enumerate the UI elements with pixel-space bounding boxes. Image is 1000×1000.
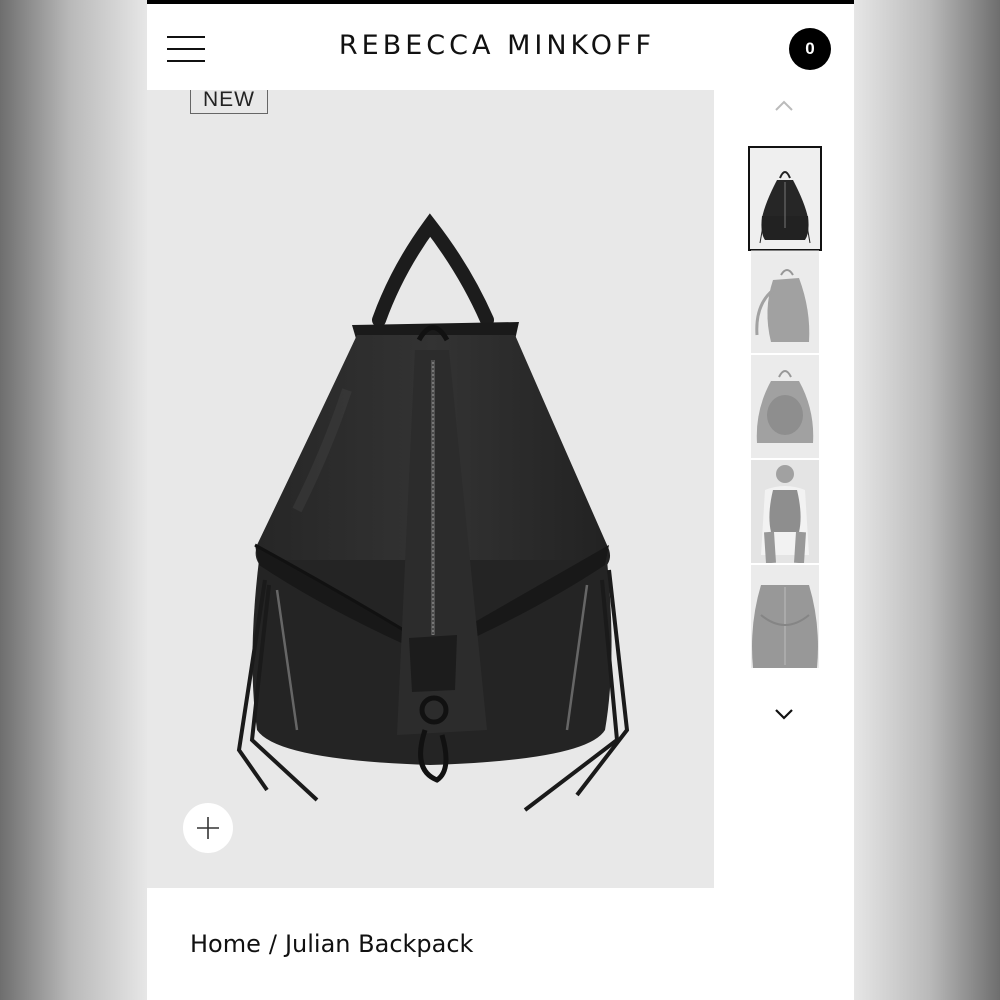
breadcrumb-separator: / — [268, 930, 277, 958]
breadcrumb: Home / Julian Backpack — [190, 930, 473, 958]
hamburger-icon[interactable] — [167, 34, 205, 64]
cart-count: 0 — [805, 39, 815, 58]
phone-screen: REBECCA MINKOFF 0 NEW Home / Julian Back… — [147, 0, 854, 1000]
brand-logo[interactable]: REBECCA MINKOFF — [287, 30, 707, 61]
chevron-down-icon[interactable] — [769, 702, 799, 726]
chevron-up-icon[interactable] — [769, 94, 799, 118]
product-main-image[interactable]: NEW — [147, 90, 714, 888]
thumbnail-3[interactable] — [751, 355, 819, 458]
breadcrumb-home-link[interactable]: Home — [190, 930, 261, 958]
new-badge: NEW — [190, 90, 268, 114]
thumbnail-4[interactable] — [751, 460, 819, 563]
thumbnail-5[interactable] — [751, 565, 819, 668]
breadcrumb-current: Julian Backpack — [284, 930, 474, 958]
zoom-button[interactable] — [183, 803, 233, 853]
thumbnail-2[interactable] — [751, 250, 819, 353]
cart-button[interactable]: 0 — [789, 28, 831, 70]
plus-icon — [197, 817, 219, 839]
backpack-image — [236, 213, 630, 812]
site-header: REBECCA MINKOFF 0 — [147, 4, 854, 90]
thumbnail-gallery — [747, 90, 823, 730]
thumbnail-1[interactable] — [748, 146, 822, 251]
